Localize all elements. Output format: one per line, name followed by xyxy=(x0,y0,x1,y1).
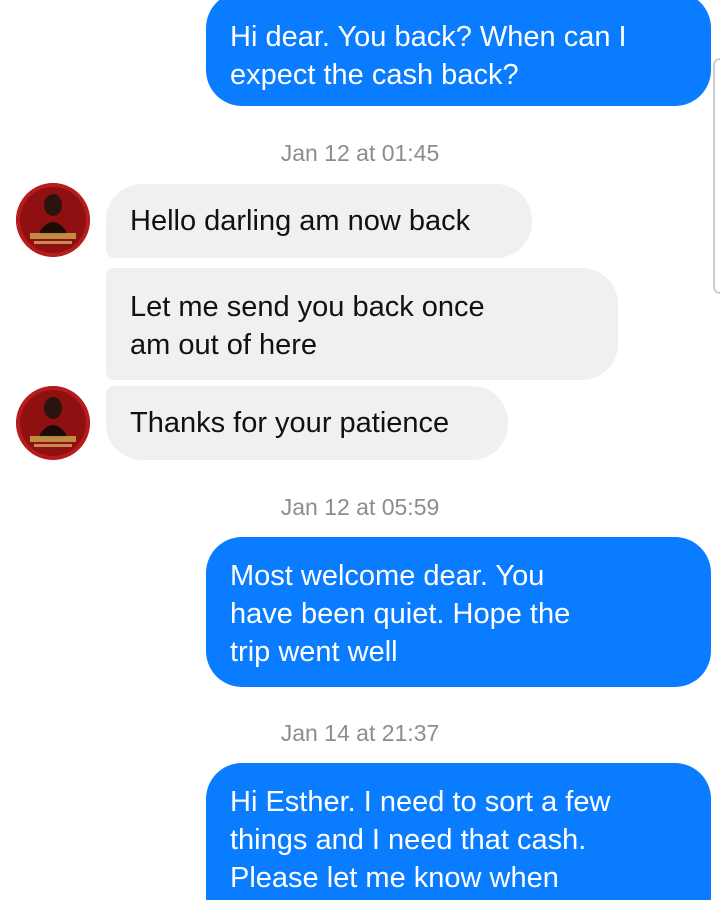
timestamp: Jan 12 at 01:45 xyxy=(280,140,440,166)
timestamp: Jan 14 at 21:37 xyxy=(280,720,440,746)
contact-avatar-icon[interactable] xyxy=(16,386,90,460)
outgoing-message-bubble[interactable]: Hi dear. You back? When can I expect the… xyxy=(206,0,711,106)
scrollbar[interactable] xyxy=(713,58,720,294)
incoming-message-bubble[interactable]: Thanks for your patience xyxy=(106,386,508,460)
message-thread[interactable]: Hi dear. You back? When can I expect the… xyxy=(0,0,720,900)
timestamp: Jan 12 at 05:59 xyxy=(280,494,440,520)
outgoing-message-bubble[interactable]: Most welcome dear. You have been quiet. … xyxy=(206,537,711,687)
outgoing-message-bubble[interactable]: Hi Esther. I need to sort a few things a… xyxy=(206,763,711,900)
contact-avatar-icon[interactable] xyxy=(16,183,90,257)
incoming-message-bubble[interactable]: Hello darling am now back xyxy=(106,184,532,258)
incoming-message-bubble[interactable]: Let me send you back once am out of here xyxy=(106,268,618,380)
